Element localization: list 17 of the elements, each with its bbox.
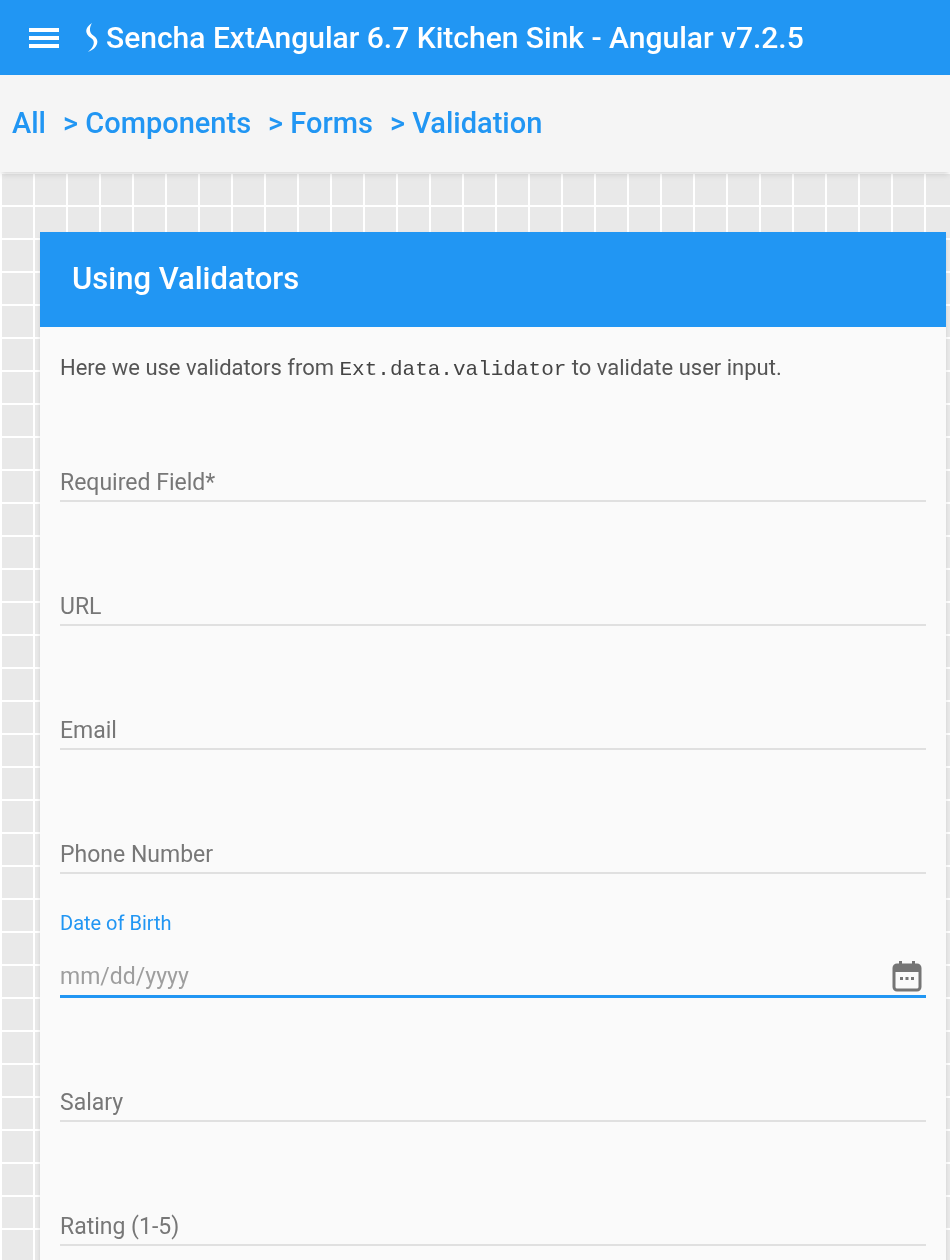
breadcrumb-link[interactable]: > Components	[63, 101, 252, 146]
input-field[interactable]: mm/dd/yyyy	[60, 957, 926, 998]
app-title: Sencha ExtAngular 6.7 Kitchen Sink - Angular v7.2.5	[106, 19, 804, 57]
description: Here we use validators from Ext.data.validator to validate user input.	[60, 354, 783, 383]
field-label: Date of Birth	[60, 909, 173, 937]
panel-title: Using Validators	[72, 259, 300, 300]
field-label: Rating (1-5)	[60, 1211, 180, 1242]
field-label: Email	[60, 715, 117, 746]
breadcrumb-link[interactable]: > Validation	[389, 101, 543, 146]
field-label: URL	[60, 591, 102, 622]
field-label: Salary	[60, 1087, 124, 1118]
menu-icon	[29, 25, 59, 50]
field-label: Required Field*	[60, 467, 216, 498]
calendar-icon[interactable]	[892, 959, 922, 992]
breadcrumb-link[interactable]: > Forms	[268, 101, 373, 146]
field-label: Phone Number	[60, 839, 214, 870]
breadcrumb-link[interactable]: All	[12, 101, 46, 146]
